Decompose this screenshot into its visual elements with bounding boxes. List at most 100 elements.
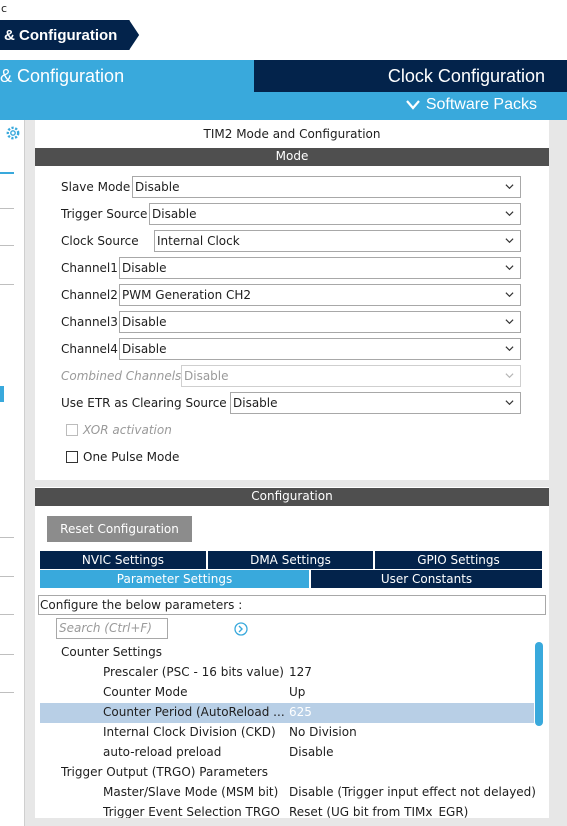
tree-key: Master/Slave Mode (MSM bit) <box>103 785 279 799</box>
tab-pinout-configuration[interactable]: & Configuration <box>0 60 252 92</box>
tab-clock-configuration[interactable]: Clock Configuration <box>254 60 567 92</box>
tree-value: Reset (UG bit from TIMx_EGR) <box>289 805 469 819</box>
search-input[interactable]: Search (Ctrl+F) <box>56 618 168 639</box>
chevron-down-icon <box>406 100 420 110</box>
vertical-scrollbar[interactable] <box>535 642 543 726</box>
window-titlebar: c <box>0 0 567 20</box>
category-divider <box>0 692 14 693</box>
use-etr-label: Use ETR as Clearing Source <box>61 396 227 410</box>
main-tabs: & Configuration Clock Configuration <box>0 60 567 92</box>
tree-row-counter-period[interactable]: Counter Period (AutoReload ... 625 <box>40 703 534 723</box>
category-divider <box>0 284 14 285</box>
select-value: Disable <box>152 207 197 221</box>
tree-row-clock-division[interactable]: Internal Clock Division (CKD) No Divisio… <box>40 723 534 743</box>
selected-category-marker <box>0 386 4 402</box>
select-value: Disable <box>122 261 167 275</box>
panel-gutter <box>25 120 35 826</box>
use-etr-select[interactable]: Disable <box>230 392 521 414</box>
tree-key: Counter Mode <box>103 685 188 699</box>
tree-row-auto-reload-preload[interactable]: auto-reload preload Disable <box>40 743 534 763</box>
tree-key: auto-reload preload <box>103 745 222 759</box>
clock-source-label: Clock Source <box>61 234 139 248</box>
tree-key: Prescaler (PSC - 16 bits value) <box>103 665 284 679</box>
software-packs-label: Software Packs <box>425 96 537 113</box>
one-pulse-mode-checkbox[interactable] <box>66 451 78 463</box>
tree-value: 127 <box>289 665 312 679</box>
tab-gpio-settings[interactable]: GPIO Settings <box>375 551 542 569</box>
clock-source-select[interactable]: Internal Clock <box>154 230 521 252</box>
configuration-panel: Configuration Reset Configuration NVIC S… <box>35 487 549 826</box>
channel3-select[interactable]: Disable <box>119 311 521 333</box>
configuration-section-header: Configuration <box>35 488 549 506</box>
breadcrumb-item[interactable]: & Configuration <box>0 20 130 50</box>
tree-value: Up <box>289 685 306 699</box>
tree-group-trigger-output[interactable]: Trigger Output (TRGO) Parameters <box>40 763 534 783</box>
slave-mode-label: Slave Mode <box>61 180 131 194</box>
mode-panel: TIM2 Mode and Configuration Mode Slave M… <box>35 120 549 480</box>
tree-key: Trigger Event Selection TRGO <box>103 805 280 819</box>
gear-icon[interactable] <box>4 124 22 142</box>
tree-row-trigger-event-selection[interactable]: Trigger Event Selection TRGO Reset (UG b… <box>40 803 534 819</box>
chevron-down-icon <box>505 373 514 379</box>
category-divider <box>0 654 14 655</box>
select-value: Disable <box>122 315 167 329</box>
channel2-select[interactable]: PWM Generation CH2 <box>119 284 521 306</box>
channel1-select[interactable]: Disable <box>119 257 521 279</box>
reset-configuration-button[interactable]: Reset Configuration <box>47 516 192 542</box>
tree-value: Disable <box>289 745 334 759</box>
select-value: Disable <box>233 396 278 410</box>
tree-key: Counter Settings <box>61 645 162 659</box>
select-value: Disable <box>184 369 229 383</box>
mode-section-header: Mode <box>35 148 549 166</box>
parameters-info: Configure the below parameters : <box>38 595 546 615</box>
tree-value[interactable]: 625 <box>289 705 312 719</box>
chevron-down-icon <box>505 211 514 217</box>
tree-row-counter-mode[interactable]: Counter Mode Up <box>40 683 534 703</box>
tree-group-counter-settings[interactable]: Counter Settings <box>40 643 534 663</box>
chevron-down-icon <box>505 400 514 406</box>
tab-user-constants[interactable]: User Constants <box>311 570 542 588</box>
slave-mode-select[interactable]: Disable <box>132 176 521 198</box>
one-pulse-mode-label: One Pulse Mode <box>83 450 180 464</box>
software-packs-bar[interactable]: Software Packs <box>0 92 567 120</box>
chevron-down-icon <box>505 319 514 325</box>
channel2-label: Channel2 <box>61 288 118 302</box>
trigger-source-label: Trigger Source <box>61 207 148 221</box>
tree-row-prescaler[interactable]: Prescaler (PSC - 16 bits value) 127 <box>40 663 534 683</box>
panel-gutter-right <box>549 120 567 826</box>
category-divider <box>0 245 14 246</box>
select-value: PWM Generation CH2 <box>122 288 252 302</box>
category-divider <box>0 208 14 209</box>
channel1-label: Channel1 <box>61 261 118 275</box>
xor-activation-checkbox <box>66 424 78 436</box>
trigger-source-select[interactable]: Disable <box>149 203 521 225</box>
tree-row-master-slave-mode[interactable]: Master/Slave Mode (MSM bit) Disable (Tri… <box>40 783 536 803</box>
tree-key: Counter Period (AutoReload ... <box>103 705 285 719</box>
tab-nvic-settings[interactable]: NVIC Settings <box>40 551 206 569</box>
tree-key: Internal Clock Division (CKD) <box>103 725 276 739</box>
tree-value: Disable (Trigger input effect not delaye… <box>289 785 536 799</box>
chevron-down-icon <box>505 184 514 190</box>
channel4-select[interactable]: Disable <box>119 338 521 360</box>
channel3-label: Channel3 <box>61 315 118 329</box>
category-divider <box>0 576 14 577</box>
breadcrumb-arrow-icon <box>120 20 141 50</box>
panel-bottom-edge <box>35 818 549 826</box>
tab-dma-settings[interactable]: DMA Settings <box>208 551 373 569</box>
chevron-down-icon <box>505 346 514 352</box>
select-value: Disable <box>135 180 180 194</box>
select-value: Disable <box>122 342 167 356</box>
chevron-down-icon <box>505 292 514 298</box>
chevron-down-icon <box>505 238 514 244</box>
panel-separator <box>35 480 549 487</box>
select-value: Internal Clock <box>157 234 240 248</box>
chevron-down-icon <box>505 265 514 271</box>
category-divider <box>0 537 14 538</box>
channel4-label: Channel4 <box>61 342 118 356</box>
panel-title: TIM2 Mode and Configuration <box>203 127 381 141</box>
category-divider <box>0 614 14 615</box>
categories-panel <box>0 120 25 826</box>
search-next-icon[interactable] <box>234 622 248 636</box>
tab-parameter-settings[interactable]: Parameter Settings <box>40 570 309 588</box>
combined-channels-label: Combined Channels <box>61 369 182 383</box>
